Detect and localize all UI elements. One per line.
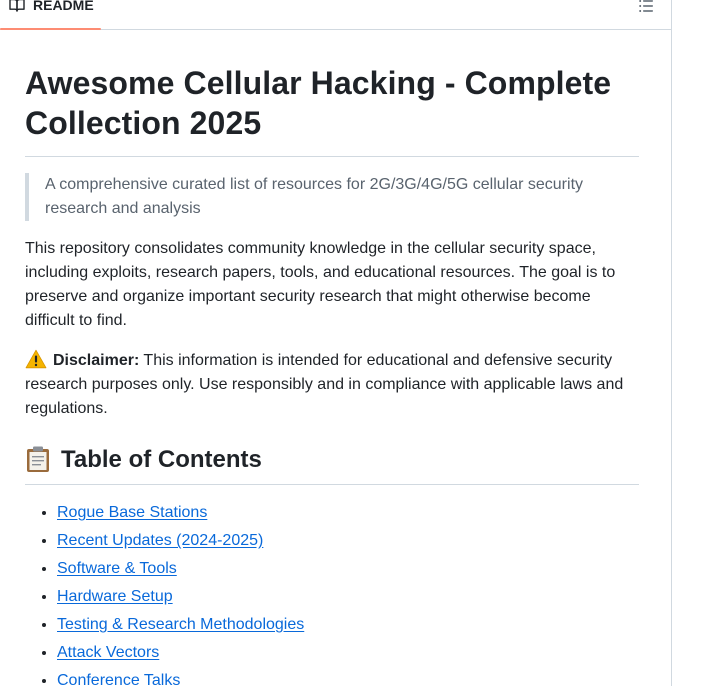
- list-item: Testing & Research Methodologies: [57, 613, 639, 637]
- outline-button[interactable]: [638, 0, 654, 14]
- warning-icon: [25, 349, 47, 369]
- readme-panel: README Awesome Cellular Hacking - Comple…: [0, 0, 672, 686]
- list-item: Attack Vectors: [57, 641, 639, 665]
- list-item: Recent Updates (2024-2025): [57, 529, 639, 553]
- readme-tabbar: README: [0, 0, 671, 30]
- disclaimer-label: Disclaimer:: [53, 352, 140, 369]
- list-item: Hardware Setup: [57, 585, 639, 609]
- toc-link-rogue-base-stations[interactable]: Rogue Base Stations: [57, 504, 207, 521]
- toc-link-attack-vectors[interactable]: Attack Vectors: [57, 644, 159, 661]
- list-item: Conference Talks: [57, 669, 639, 686]
- toc-link-software-tools[interactable]: Software & Tools: [57, 560, 177, 577]
- list-item: Rogue Base Stations: [57, 501, 639, 525]
- toc-heading-text: Table of Contents: [61, 446, 262, 473]
- disclaimer-paragraph: Disclaimer: This information is intended…: [25, 349, 639, 421]
- toc-link-recent-updates[interactable]: Recent Updates (2024-2025): [57, 532, 263, 549]
- toc-list: Rogue Base Stations Recent Updates (2024…: [25, 501, 639, 686]
- toc-link-conference-talks[interactable]: Conference Talks: [57, 672, 180, 686]
- list-unordered-icon: [639, 0, 653, 12]
- toc-heading: Table of Contents: [25, 445, 639, 485]
- readme-content: Awesome Cellular Hacking - Complete Coll…: [25, 29, 639, 686]
- toc-link-testing-research[interactable]: Testing & Research Methodologies: [57, 616, 304, 633]
- readme-intro: This repository consolidates community k…: [25, 240, 616, 329]
- clipboard-icon: [27, 446, 49, 472]
- readme-tagline: A comprehensive curated list of resource…: [25, 173, 639, 221]
- tab-readme-label: README: [33, 0, 94, 13]
- toc-link-hardware-setup[interactable]: Hardware Setup: [57, 588, 173, 605]
- book-icon: [9, 0, 25, 12]
- tab-readme[interactable]: README: [0, 0, 101, 30]
- list-item: Software & Tools: [57, 557, 639, 581]
- readme-title: Awesome Cellular Hacking - Complete Coll…: [25, 63, 639, 157]
